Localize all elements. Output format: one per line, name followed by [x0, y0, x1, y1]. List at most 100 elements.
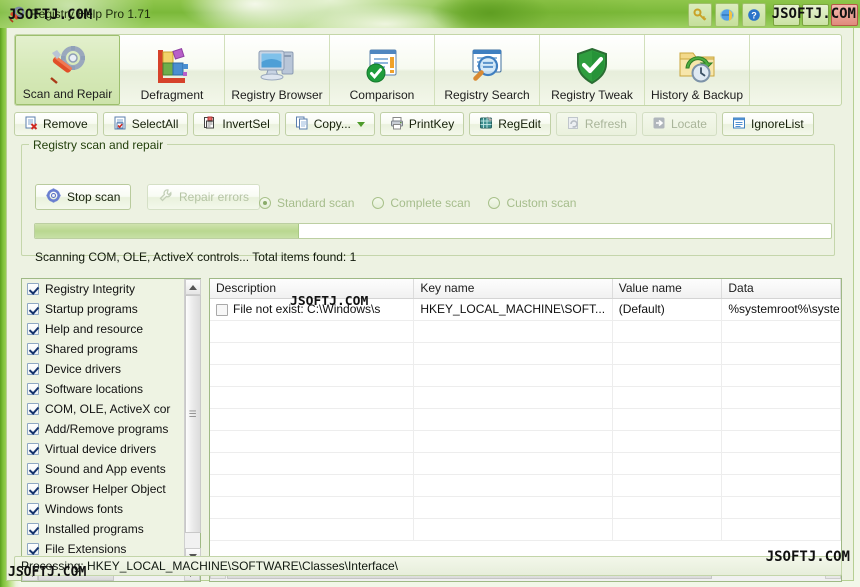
- scan-area-item[interactable]: Startup programs: [22, 299, 184, 319]
- radio-custom-scan[interactable]: Custom scan: [488, 196, 576, 210]
- button-label: Refresh: [584, 117, 627, 131]
- radio-label: Complete scan: [390, 196, 471, 210]
- checkbox-icon[interactable]: [27, 303, 39, 315]
- button-label: Repair errors: [179, 190, 250, 204]
- ribbon-tab-history-and-backup[interactable]: History & Backup: [645, 35, 750, 105]
- scan-area-item[interactable]: Browser Helper Object: [22, 479, 184, 499]
- table-cell-empty: [210, 431, 415, 452]
- scan-area-label: Help and resource: [45, 322, 144, 336]
- scan-area-item[interactable]: Sound and App events: [22, 459, 184, 479]
- page-invert-icon: [203, 116, 217, 133]
- checkbox-icon[interactable]: [27, 463, 39, 475]
- results-grid-body[interactable]: File not exist: C:\Windows\s HKEY_LOCAL_M…: [210, 299, 841, 541]
- checkbox-icon[interactable]: [27, 483, 39, 495]
- window-magnifier-icon: [465, 44, 509, 88]
- scan-area-item[interactable]: Help and resource: [22, 319, 184, 339]
- ribbon-tab-registry-search[interactable]: Registry Search: [435, 35, 540, 105]
- checkbox-icon[interactable]: [27, 343, 39, 355]
- table-cell-empty: [414, 365, 613, 386]
- copy-button[interactable]: Copy...: [284, 112, 375, 136]
- radio-dot: [372, 197, 385, 209]
- column-header[interactable]: Data: [722, 279, 841, 298]
- table-cell-empty: [414, 431, 613, 452]
- selectall-button[interactable]: SelectAll: [102, 112, 189, 136]
- status-bar-text: Processing: HKEY_LOCAL_MACHINE\SOFTWARE\…: [21, 559, 399, 573]
- table-row-empty: [210, 497, 841, 519]
- ignorelist-button[interactable]: IgnoreList: [721, 112, 814, 136]
- checkbox-icon[interactable]: [27, 383, 39, 395]
- regedit-icon: [479, 116, 493, 133]
- table-cell-empty: [722, 497, 841, 518]
- scan-area-item[interactable]: Installed programs: [22, 519, 184, 539]
- help-icon[interactable]: ?: [742, 3, 766, 27]
- radio-standard-scan[interactable]: Standard scan: [259, 196, 354, 210]
- minimize-button[interactable]: [773, 4, 800, 26]
- button-label: SelectAll: [131, 117, 179, 131]
- stop-scan-button[interactable]: Stop scan: [35, 184, 132, 210]
- close-button[interactable]: [831, 4, 858, 26]
- scan-area-label: Installed programs: [45, 522, 144, 536]
- checkbox-icon[interactable]: [27, 323, 39, 335]
- checkbox-icon[interactable]: [27, 403, 39, 415]
- chevron-down-icon[interactable]: [356, 121, 365, 127]
- scan-areas-list[interactable]: Registry Integrity Startup programs Help a…: [22, 279, 184, 564]
- maximize-button[interactable]: [802, 4, 829, 26]
- results-grid[interactable]: Description Key name Value name Data File n…: [209, 278, 842, 582]
- ribbon-tab-defragment[interactable]: Defragment: [120, 35, 225, 105]
- scan-areas-vertical-scrollbar[interactable]: ☰: [184, 279, 201, 564]
- radio-complete-scan[interactable]: Complete scan: [372, 196, 470, 210]
- printkey-button[interactable]: PrintKey: [379, 112, 465, 136]
- client-area: Scan and Repair Defragment Registry Brow…: [6, 28, 854, 582]
- regedit-button[interactable]: RegEdit: [469, 112, 551, 136]
- ribbon-tab-scan-and-repair[interactable]: Scan and Repair: [15, 35, 120, 105]
- scan-area-label: Add/Remove programs: [45, 422, 169, 436]
- column-header[interactable]: Key name: [414, 279, 613, 298]
- column-header[interactable]: Description: [210, 279, 415, 298]
- arrow-right-icon: [652, 116, 666, 133]
- key-icon[interactable]: [688, 3, 712, 27]
- scan-area-item[interactable]: Shared programs: [22, 339, 184, 359]
- globe-icon[interactable]: [715, 3, 739, 27]
- scan-area-item[interactable]: Virtual device drivers: [22, 439, 184, 459]
- checkbox-icon[interactable]: [27, 523, 39, 535]
- table-row-empty: [210, 343, 841, 365]
- table-cell-empty: [613, 321, 723, 342]
- scan-area-label: Software locations: [45, 382, 144, 396]
- scan-area-item[interactable]: Registry Integrity: [22, 279, 184, 299]
- scan-area-item[interactable]: Add/Remove programs: [22, 419, 184, 439]
- scan-area-item[interactable]: Windows fonts: [22, 499, 184, 519]
- invertsel-button[interactable]: InvertSel: [193, 112, 280, 136]
- defrag-blocks-icon: [150, 44, 194, 88]
- table-cell-empty: [210, 497, 415, 518]
- page-delete-icon: [24, 116, 38, 133]
- scan-area-item[interactable]: Software locations: [22, 379, 184, 399]
- wrench-gear-icon: [46, 43, 90, 87]
- scan-area-item[interactable]: COM, OLE, ActiveX cor: [22, 399, 184, 419]
- row-checkbox[interactable]: [216, 303, 228, 316]
- refresh-icon: [566, 116, 580, 133]
- checkbox-icon[interactable]: [27, 283, 39, 295]
- checkbox-icon[interactable]: [27, 443, 39, 455]
- ribbon-tab-registry-browser[interactable]: Registry Browser: [225, 35, 330, 105]
- checkbox-icon[interactable]: [27, 363, 39, 375]
- scroll-up-button[interactable]: [185, 279, 201, 295]
- ribbon-tab-label: Defragment: [140, 88, 204, 102]
- checkbox-icon[interactable]: [27, 503, 39, 515]
- checkbox-icon[interactable]: [27, 543, 39, 555]
- remove-button[interactable]: Remove: [14, 112, 98, 136]
- ribbon-tab-registry-tweak[interactable]: Registry Tweak: [540, 35, 645, 105]
- radio-dot: [488, 197, 501, 209]
- scan-area-item[interactable]: Device drivers: [22, 359, 184, 379]
- ribbon-tab-comparison[interactable]: Comparison: [330, 35, 435, 105]
- table-cell-empty: [613, 475, 723, 496]
- table-cell-empty: [210, 475, 415, 496]
- checkbox-icon[interactable]: [27, 423, 39, 435]
- action-toolbar: Remove SelectAll InvertSel Copy... Print…: [14, 110, 842, 138]
- table-cell-empty: [414, 409, 613, 430]
- application-window: Registry Help Pro 1.71 ? Scan and Repair…: [0, 0, 860, 587]
- scan-areas-panel: Registry Integrity Startup programs Help a…: [21, 278, 201, 582]
- window-title: Registry Help Pro 1.71: [30, 7, 151, 21]
- table-row[interactable]: File not exist: C:\Windows\s HKEY_LOCAL_M…: [210, 299, 841, 321]
- column-header[interactable]: Value name: [613, 279, 723, 298]
- scrollbar-thumb[interactable]: ☰: [185, 295, 201, 533]
